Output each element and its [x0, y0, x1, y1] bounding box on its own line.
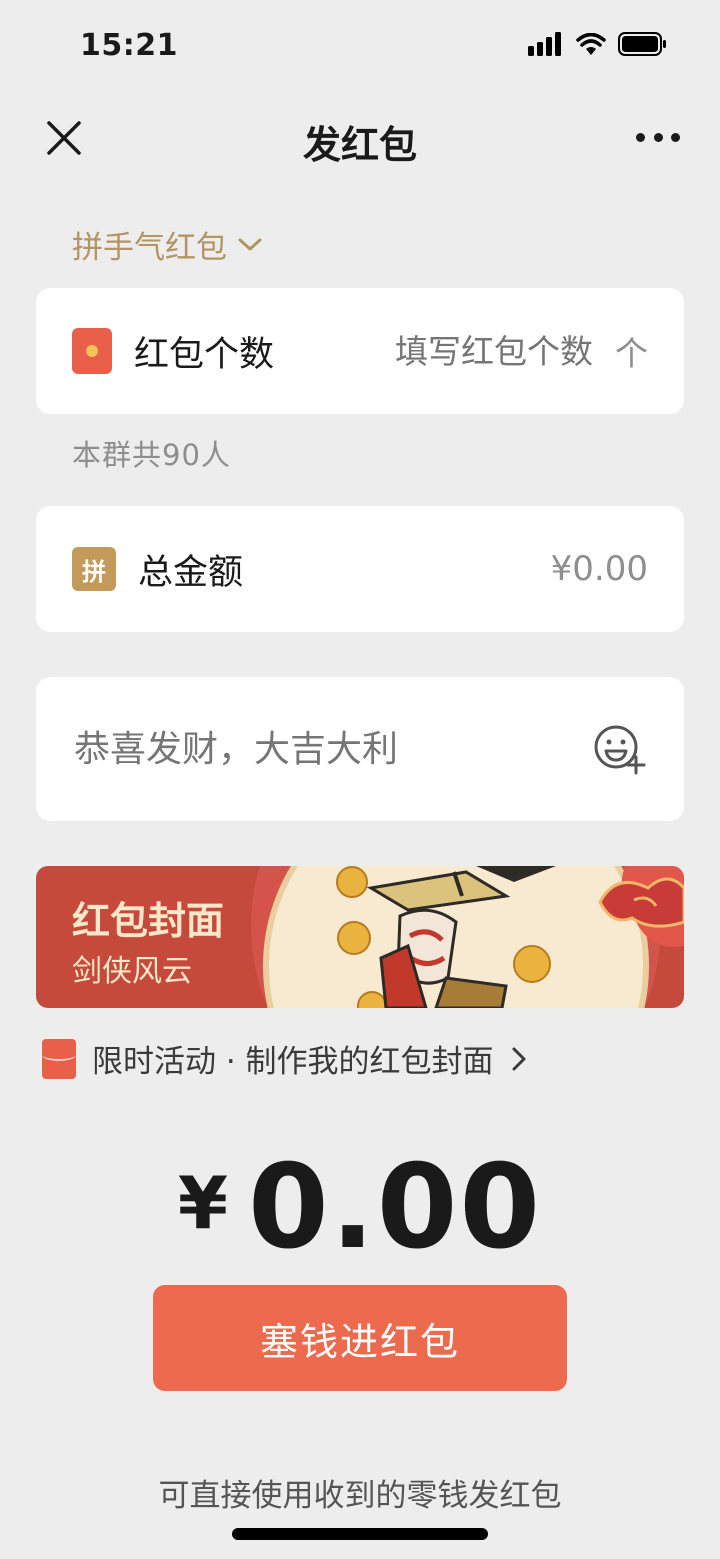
promo-text: 限时活动 · 制作我的红包封面 — [92, 1044, 494, 1080]
packet-type-label: 拼手气红包 — [72, 230, 227, 266]
wifi-icon — [576, 33, 606, 55]
emoji-add-icon[interactable] — [592, 721, 648, 777]
signal-icon — [528, 32, 561, 56]
make-cover-promo-link[interactable]: 限时活动 · 制作我的红包封面 — [42, 1036, 528, 1081]
packet-count-label: 红包个数 — [134, 334, 275, 375]
red-packet-icon — [72, 328, 112, 374]
chevron-right-icon — [512, 1047, 526, 1070]
greeting-card — [36, 677, 684, 821]
total-amount-label: 总金额 — [138, 552, 244, 593]
total-amount-input[interactable]: ¥0.00 — [551, 549, 648, 589]
footer-note: 可直接使用收到的零钱发红包 — [158, 1478, 562, 1514]
red-packet-cover-banner[interactable]: 红包封面 剑侠风云 — [36, 866, 684, 1008]
packet-count-unit: 个 — [615, 334, 648, 373]
cover-title: 红包封面 — [72, 899, 225, 943]
cover-subtitle: 剑侠风云 — [72, 954, 192, 989]
total-amount-card[interactable]: 拼 总金额 ¥0.00 — [36, 506, 684, 632]
status-time: 15:21 — [80, 28, 178, 63]
more-dot — [653, 132, 663, 142]
greeting-input[interactable] — [72, 727, 576, 771]
total-display: ¥ 0.00 — [0, 1140, 720, 1275]
pin-icon: 拼 — [72, 547, 116, 591]
more-dot — [671, 132, 680, 142]
battery-icon — [618, 32, 666, 56]
page-title: 发红包 — [302, 123, 417, 167]
red-packet-icon — [42, 1038, 76, 1079]
group-member-hint: 本群共90人 — [72, 438, 231, 472]
more-dot — [636, 132, 645, 142]
more-icon[interactable] — [636, 120, 680, 154]
packet-count-card: 红包个数 个 — [36, 288, 684, 414]
submit-button[interactable]: 塞钱进红包 — [153, 1285, 567, 1391]
home-indicator — [232, 1528, 488, 1540]
packet-count-input[interactable] — [291, 330, 595, 372]
chevron-down-icon — [238, 238, 262, 250]
total-amount: 0.00 — [247, 1140, 543, 1275]
currency-symbol: ¥ — [177, 1161, 228, 1245]
status-icons — [528, 32, 668, 56]
packet-type-selector[interactable]: 拼手气红包 — [72, 222, 263, 267]
